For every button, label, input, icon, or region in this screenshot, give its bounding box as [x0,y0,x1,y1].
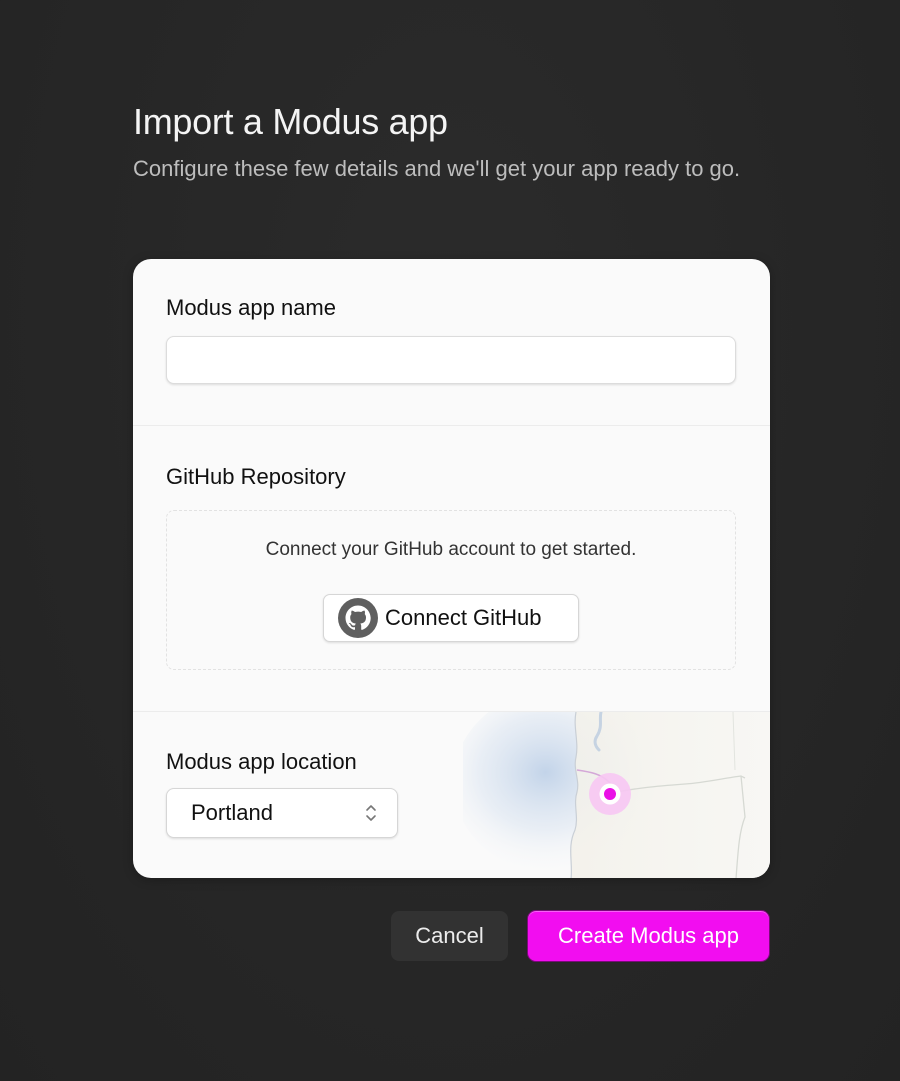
location-marker-icon [589,773,631,815]
location-select-value: Portland [191,800,273,825]
page-heading: Import a Modus app Configure these few d… [133,98,773,188]
create-modus-app-button[interactable]: Create Modus app [527,910,770,962]
page-subtitle: Configure these few details and we'll ge… [133,156,741,181]
chevron-up-down-icon [366,805,376,821]
app-name-label: Modus app name [166,295,336,320]
cancel-button[interactable]: Cancel [391,911,508,961]
github-icon [338,598,378,638]
app-name-section: Modus app name [133,259,770,425]
github-connect-box: Connect your GitHub account to get start… [166,510,736,670]
location-select[interactable]: Portland [166,788,398,838]
import-app-page: Import a Modus app Configure these few d… [0,0,900,1081]
connect-github-button[interactable]: Connect GitHub [323,594,579,642]
location-map [463,712,770,878]
github-repository-section: GitHub Repository Connect your GitHub ac… [133,425,770,712]
app-name-input[interactable] [166,336,736,384]
github-connect-prompt: Connect your GitHub account to get start… [265,539,637,560]
import-form-card: Modus app name GitHub Repository Connect… [133,259,770,878]
app-location-section: Modus app location Portland [133,711,770,878]
connect-github-label: Connect GitHub [385,605,542,630]
app-location-label: Modus app location [166,749,357,774]
github-repository-label: GitHub Repository [166,464,346,489]
page-title: Import a Modus app [133,101,448,142]
